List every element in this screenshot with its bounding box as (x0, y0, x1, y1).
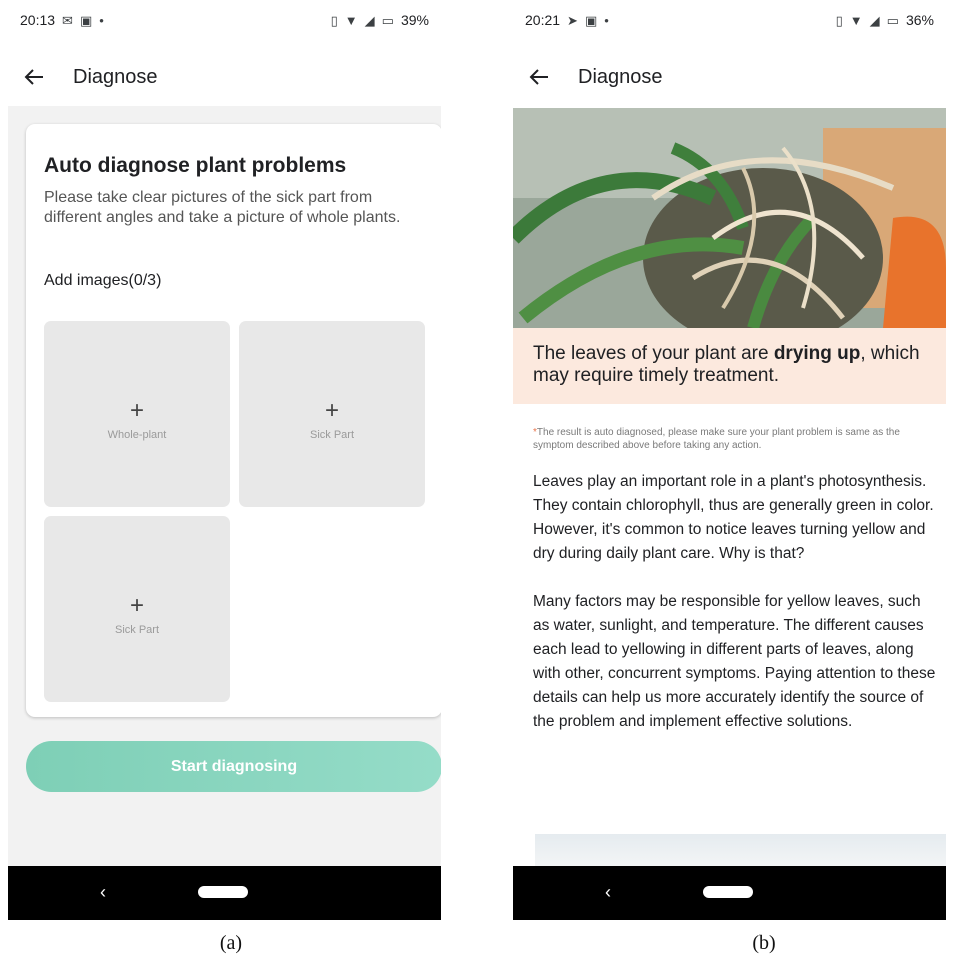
back-arrow-icon[interactable] (22, 65, 46, 89)
content-area: Auto diagnose plant problems Please take… (8, 106, 441, 866)
back-arrow-icon[interactable] (527, 65, 551, 89)
system-nav-bar: ‹ (8, 866, 441, 920)
image-slots: + Whole-plant + Sick Part + Sick Part (44, 321, 425, 702)
caption-b: (b) (752, 932, 776, 954)
result-emphasis: drying up (773, 343, 861, 364)
send-icon: ➤ (567, 12, 578, 28)
nav-back-icon[interactable]: ‹ (100, 882, 106, 903)
wifi-icon: ▼ (344, 12, 358, 28)
plus-icon: + (129, 592, 144, 619)
signal-icon: ◢ (869, 12, 880, 28)
plant-photo-illustration (513, 108, 946, 328)
nav-back-icon[interactable]: ‹ (605, 882, 611, 903)
mail-icon: ✉ (62, 12, 73, 28)
vibrate-icon: ▯ (330, 12, 338, 28)
page-title: Diagnose (73, 65, 158, 88)
dot-icon: • (99, 12, 104, 28)
nav-home-pill[interactable] (198, 886, 248, 898)
video-icon: ▣ (584, 12, 598, 28)
article-paragraph-1: Leaves play an important role in a plant… (533, 473, 934, 562)
screen-b: 20:21 ➤ ▣ • ▯ ▼ ◢ ▭ 36% Diagnose The lea… (513, 0, 946, 920)
slot-label: Sick Part (309, 429, 354, 441)
article-paragraph-2: Many factors may be responsible for yell… (533, 593, 936, 730)
disclaimer-note: *The result is auto diagnosed, please ma… (533, 426, 943, 452)
slot-label: Sick Part (114, 624, 159, 636)
vibrate-icon: ▯ (835, 12, 843, 28)
note-text: The result is auto diagnosed, please mak… (533, 427, 900, 451)
card-title: Auto diagnose plant problems (44, 154, 347, 177)
diagnosis-result-banner: The leaves of your plant are drying up, … (513, 328, 946, 404)
result-prefix: The leaves of your plant are (533, 343, 774, 364)
video-icon: ▣ (79, 12, 93, 28)
status-time: 20:21 (525, 12, 561, 28)
slot-label: Whole-plant (107, 429, 167, 441)
plus-icon: + (129, 397, 144, 424)
wifi-icon: ▼ (849, 12, 863, 28)
diagnose-card: Auto diagnose plant problems Please take… (26, 124, 441, 717)
system-nav-bar: ‹ (513, 866, 946, 920)
whole-plant-slot[interactable]: + Whole-plant (44, 321, 230, 507)
card-description: Please take clear pictures of the sick p… (44, 189, 401, 226)
status-bar: 20:13 ✉ ▣ • ▯ ▼ ◢ ▭ 39% (8, 0, 441, 40)
caption-a: (a) (219, 932, 243, 954)
page-title: Diagnose (578, 65, 663, 88)
next-article-image (535, 834, 946, 866)
status-bar: 20:21 ➤ ▣ • ▯ ▼ ◢ ▭ 36% (513, 0, 946, 40)
battery-percent: 39% (400, 12, 429, 28)
plant-photo (513, 108, 946, 328)
app-bar: Diagnose (8, 48, 441, 106)
battery-icon: ▭ (381, 12, 394, 28)
dot-icon: • (604, 12, 609, 28)
screen-a: 20:13 ✉ ▣ • ▯ ▼ ◢ ▭ 39% Diagnose Auto di… (8, 0, 441, 920)
battery-percent: 36% (905, 12, 934, 28)
signal-icon: ◢ (364, 12, 375, 28)
sick-part-slot-2[interactable]: + Sick Part (44, 516, 230, 702)
sick-part-slot-1[interactable]: + Sick Part (239, 321, 425, 507)
start-diagnosing-button[interactable]: Start diagnosing (26, 741, 441, 792)
plus-icon: + (324, 397, 339, 424)
nav-home-pill[interactable] (703, 886, 753, 898)
article-body: Leaves play an important role in a plant… (533, 470, 941, 758)
add-images-label: Add images(0/3) (44, 272, 162, 289)
status-time: 20:13 (20, 12, 56, 28)
battery-icon: ▭ (886, 12, 899, 28)
app-bar: Diagnose (513, 48, 946, 106)
